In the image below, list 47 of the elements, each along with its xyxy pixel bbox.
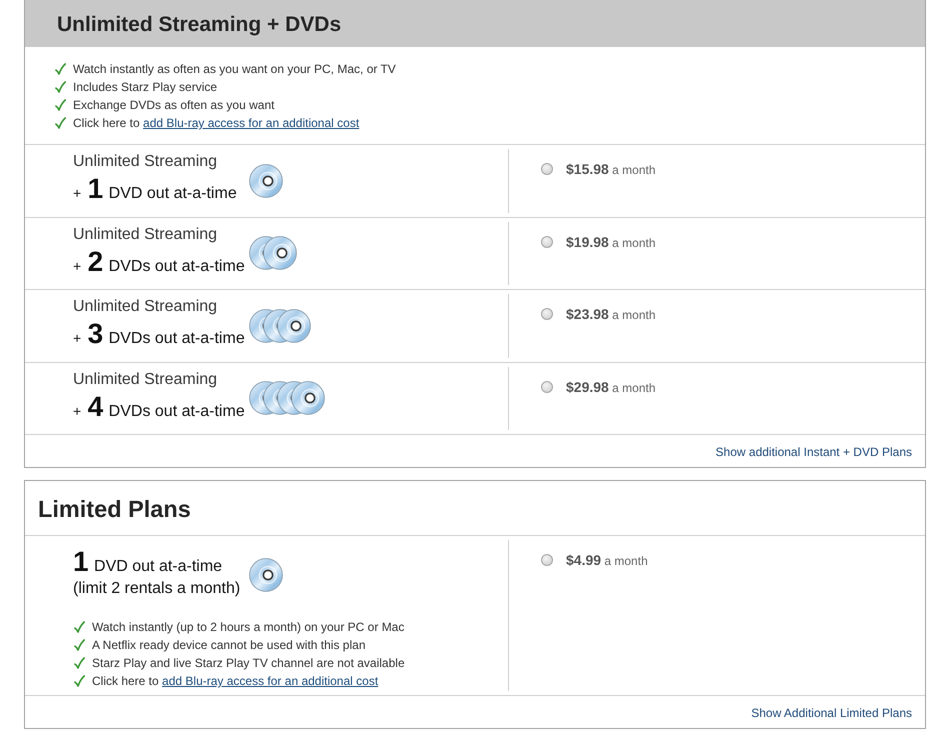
disc-icon	[249, 164, 283, 198]
feature-text: Click here to add Blu-ray access for an additional cost	[73, 115, 360, 132]
check-icon	[55, 117, 66, 129]
plan-name: Unlimited Streaming	[73, 297, 218, 317]
check-icon	[74, 639, 85, 651]
rental-limit-text: (limit 2 rentals a month)	[73, 579, 242, 599]
check-icon	[55, 81, 66, 93]
dvd-count-text: + 3 DVDs out at-a-time	[73, 317, 246, 350]
radio-button[interactable]	[541, 380, 553, 392]
check-icon	[74, 675, 85, 687]
price-text: $15.98 a month	[566, 161, 656, 178]
price-text: $23.98 a month	[566, 306, 656, 323]
feature-text: A Netflix ready device cannot be used with this plan	[92, 637, 366, 654]
dvd-count-text: + 2 DVDs out at-a-time	[73, 244, 246, 278]
more-plans-link[interactable]: Show Additional Limited Plans	[751, 706, 912, 720]
check-icon	[74, 657, 85, 669]
check-icon	[55, 99, 66, 111]
dvd-count-text: + 1 DVD out at-a-time	[73, 172, 238, 205]
price-text: $4.99 a month	[566, 552, 648, 569]
plan-name: Unlimited Streaming	[73, 224, 218, 244]
feature-text: Includes Starz Play service	[73, 79, 218, 96]
plan-name: Unlimited Streaming	[73, 370, 218, 390]
blu-ray-link[interactable]: add Blu-ray access for an additional cost	[162, 674, 378, 688]
more-plans-link[interactable]: Show additional Instant + DVD Plans	[716, 445, 912, 459]
feature-text: Watch instantly as often as you want on your PC, Mac, or TV	[73, 61, 396, 78]
disc-icon	[277, 308, 311, 342]
section-title: Limited Plans	[38, 494, 191, 522]
radio-button[interactable]	[541, 308, 553, 320]
disc-icon	[249, 558, 283, 592]
plan-name: Unlimited Streaming	[73, 152, 218, 172]
feature-text: Exchange DVDs as often as you want	[73, 97, 274, 114]
section-title: Unlimited Streaming + DVDs	[57, 12, 342, 36]
feature-text: Click here to add Blu-ray access for an additional cost	[92, 673, 378, 690]
dvd-count-text: 1 DVD out at-a-time	[73, 545, 224, 578]
disc-icon	[263, 236, 297, 270]
disc-icon	[291, 381, 325, 415]
radio-button[interactable]	[541, 554, 553, 566]
radio-button[interactable]	[541, 236, 553, 248]
check-icon	[55, 63, 66, 75]
feature-text: Watch instantly (up to 2 hours a month) on your PC or Mac	[92, 619, 404, 636]
price-text: $29.98 a month	[566, 378, 656, 396]
feature-text: Starz Play and live Starz Play TV channel are not available	[92, 655, 405, 672]
price-text: $19.98 a month	[566, 234, 656, 250]
dvd-count-text: + 4 DVDs out at-a-time	[73, 390, 246, 422]
check-icon	[74, 621, 85, 633]
blu-ray-link[interactable]: add Blu-ray access for an additional cost	[143, 116, 360, 130]
radio-button[interactable]	[541, 163, 553, 175]
